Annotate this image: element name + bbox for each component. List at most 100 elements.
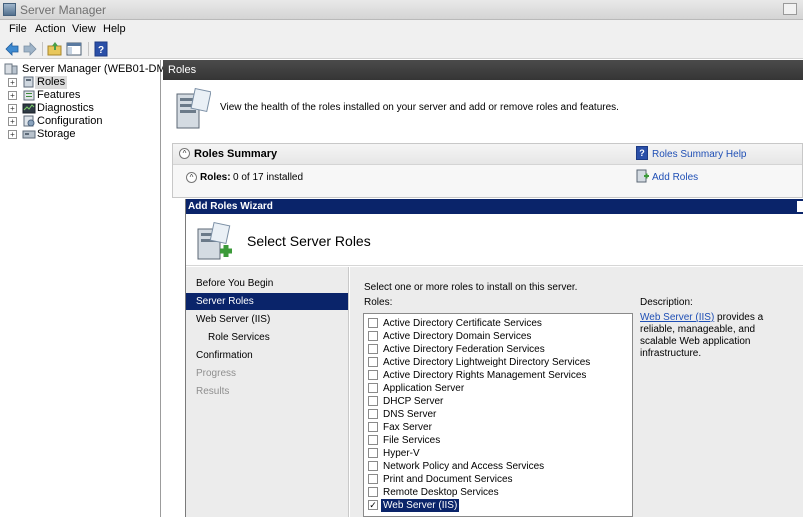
diagnostics-icon — [22, 103, 36, 114]
role-label: Active Directory Certificate Services — [383, 318, 542, 329]
server-manager-icon — [3, 3, 16, 16]
tree-root-label: Server Manager (WEB01-DMZ) — [22, 63, 177, 75]
roles-summary-header: ^ Roles Summary ? Roles Summary Help — [173, 144, 802, 165]
role-checkbox[interactable] — [368, 474, 378, 484]
add-roles-link[interactable]: Add Roles — [652, 172, 698, 183]
step-label: Role Services — [208, 332, 270, 343]
console-tree: Server Manager (WEB01-DMZ) + Roles + Fea… — [0, 60, 176, 517]
role-checkbox[interactable] — [368, 435, 378, 445]
roles-summary-help-link[interactable]: Roles Summary Help — [652, 149, 746, 160]
role-checkbox[interactable] — [368, 448, 378, 458]
roles-panel-header: Roles — [163, 60, 803, 80]
step-label: Web Server (IIS) — [196, 314, 271, 325]
wizard-step-results: Results — [186, 383, 348, 400]
wizard-instruction: Select one or more roles to install on t… — [364, 282, 578, 293]
expand-icon[interactable]: + — [8, 91, 17, 100]
roles-list-label: Roles: — [364, 297, 393, 308]
role-label: Network Policy and Access Services — [383, 461, 545, 472]
role-checkbox[interactable] — [368, 344, 378, 354]
role-label: DHCP Server — [383, 396, 444, 407]
role-checkbox[interactable] — [368, 396, 378, 406]
wizard-step-web-server[interactable]: Web Server (IIS) — [186, 311, 348, 328]
server-manager-icon — [4, 63, 18, 75]
window-title: Server Manager — [20, 3, 107, 17]
role-label: Application Server — [383, 383, 465, 394]
role-checkbox[interactable] — [368, 318, 378, 328]
tree-item-label: Features — [37, 89, 81, 101]
roles-checklist[interactable]: Active Directory Certificate Services Act… — [363, 313, 633, 517]
wizard-page-title: Select Server Roles — [247, 233, 371, 249]
menu-help[interactable]: Help — [103, 23, 126, 35]
wizard-titlebar: Add Roles Wizard — [186, 199, 803, 214]
wizard-step-server-roles[interactable]: Server Roles — [186, 293, 348, 310]
forward-arrow-icon[interactable] — [22, 41, 38, 57]
tree-item-label: Storage — [37, 128, 76, 140]
role-label: Print and Document Services — [383, 474, 513, 485]
server-roles-icon — [176, 88, 211, 129]
role-checkbox[interactable] — [368, 422, 378, 432]
roles-count-value: 0 of 17 installed — [233, 172, 304, 183]
role-label: Active Directory Federation Services — [383, 344, 545, 355]
role-label: Fax Server — [383, 422, 432, 433]
role-label: Remote Desktop Services — [383, 487, 499, 498]
add-roles-wizard: Add Roles Wizard Select Server Roles Bef… — [185, 199, 803, 517]
menu-action[interactable]: Action — [35, 23, 66, 35]
tree-item-label: Roles — [35, 76, 68, 89]
roles-panel-title: Roles — [168, 64, 197, 76]
description-label: Description: — [640, 297, 693, 308]
up-folder-icon[interactable] — [47, 41, 63, 57]
collapse-icon[interactable]: ^ — [186, 172, 197, 183]
role-label: Hyper-V — [383, 448, 420, 459]
wizard-step-before-you-begin[interactable]: Before You Begin — [186, 275, 348, 292]
menu-file[interactable]: File — [9, 23, 27, 35]
role-checkbox[interactable] — [368, 383, 378, 393]
roles-count-label: Roles: — [200, 172, 231, 183]
show-hide-tree-icon[interactable] — [66, 41, 82, 57]
role-checkbox[interactable] — [368, 461, 378, 471]
role-checkbox[interactable] — [368, 331, 378, 341]
toolbar-separator — [42, 42, 43, 56]
wizard-steps: Before You Begin Server Roles Web Server… — [186, 267, 349, 517]
expand-icon[interactable]: + — [8, 78, 17, 87]
role-checkbox[interactable] — [368, 487, 378, 497]
role-label: Active Directory Domain Services — [383, 331, 532, 342]
wizard-header: Select Server Roles — [186, 214, 803, 266]
role-checkbox[interactable] — [368, 357, 378, 367]
menu-view[interactable]: View — [72, 23, 96, 35]
window-titlebar: Server Manager — [0, 0, 803, 20]
role-label: DNS Server — [383, 409, 437, 420]
role-checkbox[interactable] — [368, 409, 378, 419]
roles-intro-text: View the health of the roles installed o… — [220, 102, 619, 113]
tree-item-label: Configuration — [37, 115, 103, 127]
role-label: Active Directory Rights Management Servi… — [383, 370, 587, 381]
wizard-step-role-services[interactable]: Role Services — [186, 329, 348, 346]
roles-summary-title: Roles Summary — [194, 148, 278, 160]
step-label: Results — [196, 386, 230, 397]
toolbar: ? — [0, 39, 803, 59]
role-checkbox[interactable]: ✓ — [368, 500, 378, 510]
help-icon[interactable]: ? — [93, 41, 109, 57]
step-label: Before You Begin — [196, 278, 274, 289]
wizard-title-edge — [797, 201, 803, 212]
expand-icon[interactable]: + — [8, 117, 17, 126]
role-label: File Services — [383, 435, 441, 446]
description-text: Web Server (IIS) provides a reliable, ma… — [640, 312, 790, 360]
step-label: Progress — [196, 368, 237, 379]
add-roles-icon — [636, 169, 649, 183]
wizard-main: Select one or more roles to install on t… — [350, 267, 803, 517]
collapse-icon[interactable]: ^ — [179, 148, 190, 159]
back-arrow-icon[interactable] — [4, 41, 20, 57]
help-icon: ? — [636, 146, 648, 160]
server-roles-icon — [197, 221, 232, 260]
role-checkbox[interactable] — [368, 370, 378, 380]
wizard-step-confirmation[interactable]: Confirmation — [186, 347, 348, 364]
restore-button[interactable] — [783, 3, 797, 15]
svg-text:?: ? — [98, 45, 104, 56]
role-label: Active Directory Lightweight Directory S… — [383, 357, 591, 368]
expand-icon[interactable]: + — [8, 104, 17, 113]
role-label: Web Server (IIS) — [379, 498, 461, 513]
toolbar-separator — [88, 42, 89, 56]
description-link[interactable]: Web Server (IIS) — [640, 312, 714, 323]
step-label: Server Roles — [196, 296, 254, 307]
expand-icon[interactable]: + — [8, 130, 17, 139]
